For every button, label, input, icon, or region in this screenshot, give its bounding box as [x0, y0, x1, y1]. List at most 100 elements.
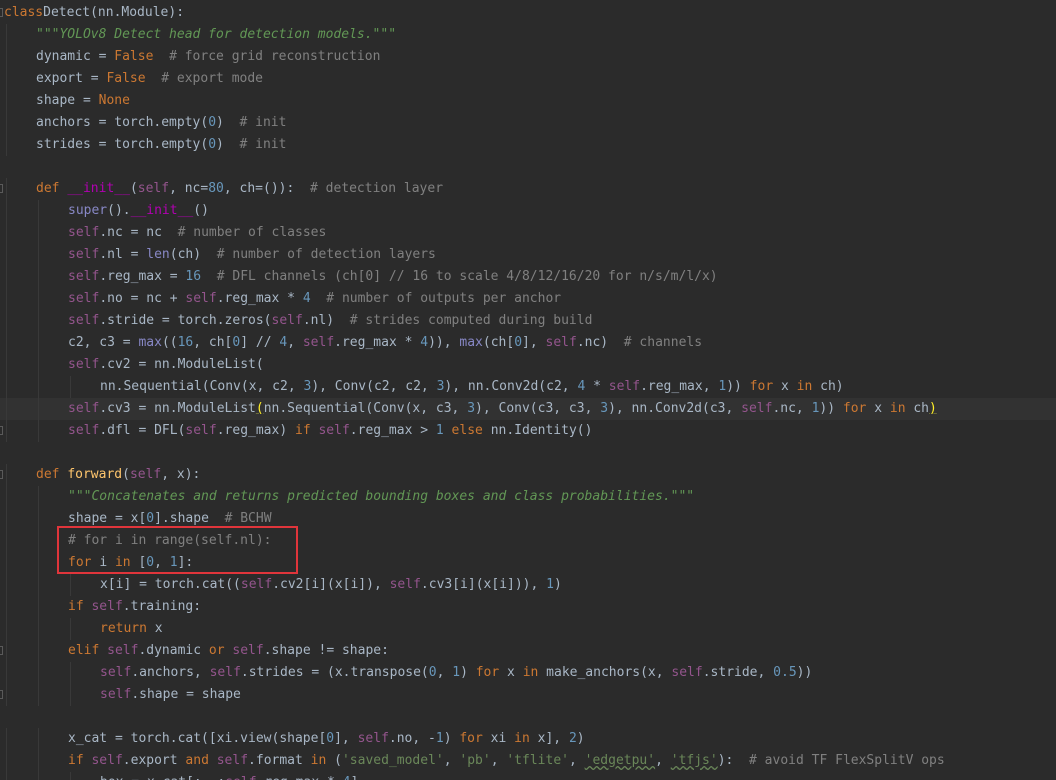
code-token: 1: [169, 555, 178, 570]
code-token: .reg_max *: [216, 291, 303, 306]
indent-guide: [6, 68, 7, 90]
code-token: make_anchors(x,: [546, 665, 672, 680]
code-token: for: [749, 379, 781, 394]
code-line[interactable]: self.nl = len(ch) # number of detection …: [0, 244, 1056, 266]
code-line[interactable]: strides = torch.empty(0) # init: [0, 134, 1056, 156]
code-token: ,: [568, 753, 585, 768]
code-line[interactable]: [0, 706, 1056, 728]
code-line[interactable]: self.dfl = DFL(self.reg_max) if self.reg…: [0, 420, 1056, 442]
code-line[interactable]: """YOLOv8 Detect head for detection mode…: [0, 24, 1056, 46]
code-line[interactable]: self.anchors, self.strides = (x.transpos…: [0, 662, 1056, 684]
fold-marker-icon[interactable]: [0, 470, 3, 479]
indent-guide: [6, 772, 7, 780]
code-line[interactable]: x_cat = torch.cat([xi.view(shape[0], sel…: [0, 728, 1056, 750]
code-line[interactable]: self.cv3 = nn.ModuleList(nn.Sequential(C…: [0, 398, 1056, 420]
code-line[interactable]: for i in [0, 1]:: [0, 552, 1056, 574]
code-token: # force grid reconstruction: [169, 49, 381, 64]
code-token: False: [114, 49, 154, 64]
code-line[interactable]: nn.Sequential(Conv(x, c2, 3), Conv(c2, c…: [0, 376, 1056, 398]
code-token: anchors = torch.empty(: [36, 115, 209, 130]
code-line[interactable]: x[i] = torch.cat((self.cv2[i](x[i]), sel…: [0, 574, 1056, 596]
fold-marker-icon[interactable]: [0, 690, 3, 699]
indent-guide: [6, 332, 7, 354]
code-line[interactable]: super().__init__(): [0, 200, 1056, 222]
code-line[interactable]: if self.training:: [0, 596, 1056, 618]
code-line[interactable]: return x: [0, 618, 1056, 640]
code-token: forward: [67, 467, 123, 482]
code-line[interactable]: elif self.dynamic or self.shape != shape…: [0, 640, 1056, 662]
code-token: nn.Identity(): [490, 423, 593, 438]
code-line[interactable]: self.cv2 = nn.ModuleList(: [0, 354, 1056, 376]
code-token: *: [585, 379, 609, 394]
code-token: 'tfjs': [670, 753, 718, 768]
code-line[interactable]: export = False # export mode: [0, 68, 1056, 90]
code-token: self: [100, 687, 132, 702]
code-line[interactable]: if self.export and self.format in ('save…: [0, 750, 1056, 772]
code-token: ] //: [240, 335, 280, 350]
code-line[interactable]: """Concatenates and returns predicted bo…: [0, 486, 1056, 508]
code-line[interactable]: # for i in range(self.nl):: [0, 530, 1056, 552]
indent-guide: [38, 398, 39, 420]
code-token: """Concatenates and returns predicted bo…: [68, 489, 695, 504]
code-line[interactable]: def forward(self, x):: [0, 464, 1056, 486]
fold-marker-icon[interactable]: [0, 184, 3, 193]
code-line[interactable]: box = x_cat[:, :self.reg_max * 4]: [0, 772, 1056, 780]
code-token: for: [68, 555, 100, 570]
code-line[interactable]: c2, c3 = max((16, ch[0] // 4, self.reg_m…: [0, 332, 1056, 354]
code-line[interactable]: self.no = nc + self.reg_max * 4 # number…: [0, 288, 1056, 310]
code-line[interactable]: self.shape = shape: [0, 684, 1056, 706]
code-line[interactable]: self.nc = nc # number of classes: [0, 222, 1056, 244]
code-token: ): [576, 731, 585, 746]
code-token: .stride,: [702, 665, 774, 680]
fold-marker-icon[interactable]: [0, 426, 3, 435]
code-token: x_cat = torch.cat([xi.view(shape[: [68, 731, 327, 746]
code-token: in: [310, 753, 335, 768]
code-token: .cv2 = nn.ModuleList(: [99, 357, 264, 372]
code-line[interactable]: self.reg_max = 16 # DFL channels (ch[0] …: [0, 266, 1056, 288]
code-line[interactable]: dynamic = False # force grid reconstruct…: [0, 46, 1056, 68]
code-token: .cv3 = nn.ModuleList: [99, 401, 256, 416]
code-line[interactable]: shape = x[0].shape # BCHW: [0, 508, 1056, 530]
code-line[interactable]: anchors = torch.empty(0) # init: [0, 112, 1056, 134]
code-text: box = x_cat[:, :self.reg_max * 4]: [100, 772, 358, 780]
indent-guide: [6, 134, 7, 156]
code-token: in: [114, 555, 139, 570]
code-token: self: [107, 643, 139, 658]
code-token: self: [185, 291, 217, 306]
code-token: for: [475, 665, 508, 680]
fold-marker-icon[interactable]: [0, 646, 3, 655]
code-text: if self.export and self.format in ('save…: [68, 750, 945, 772]
code-token: 0: [146, 555, 155, 570]
indent-guide: [38, 288, 39, 310]
code-token: )): [819, 401, 843, 416]
code-editor[interactable]: classDetect(nn.Module): """YOLOv8 Detect …: [0, 0, 1056, 780]
code-token: elif: [68, 643, 108, 658]
code-token: 1: [435, 423, 444, 438]
code-token: 0.5: [773, 665, 797, 680]
indent-guide: [38, 332, 39, 354]
code-line[interactable]: [0, 442, 1056, 464]
indent-guide: [38, 508, 39, 530]
code-token: i: [99, 555, 115, 570]
indent-guide: [6, 310, 7, 332]
code-token: super: [68, 203, 108, 218]
code-token: self: [68, 269, 100, 284]
code-line[interactable]: [0, 156, 1056, 178]
fold-marker-icon[interactable]: [0, 8, 3, 17]
indent-guide: [6, 244, 7, 266]
code-token: xi: [490, 731, 515, 746]
code-token: and: [185, 753, 217, 768]
code-token: )): [726, 379, 750, 394]
code-token: def: [36, 181, 68, 196]
code-token: .reg_max *: [257, 775, 343, 780]
code-token: .reg_max =: [99, 269, 186, 284]
indent-guide: [38, 618, 39, 640]
code-token: ), nn.Conv2d(c2,: [444, 379, 578, 394]
code-line[interactable]: classDetect(nn.Module):: [0, 2, 1056, 24]
code-line[interactable]: shape = None: [0, 90, 1056, 112]
indent-guide: [38, 200, 39, 222]
code-line[interactable]: self.stride = torch.zeros(self.nl) # str…: [0, 310, 1056, 332]
code-token: 'saved_model': [341, 753, 444, 768]
code-line[interactable]: def __init__(self, nc=80, ch=()): # dete…: [0, 178, 1056, 200]
